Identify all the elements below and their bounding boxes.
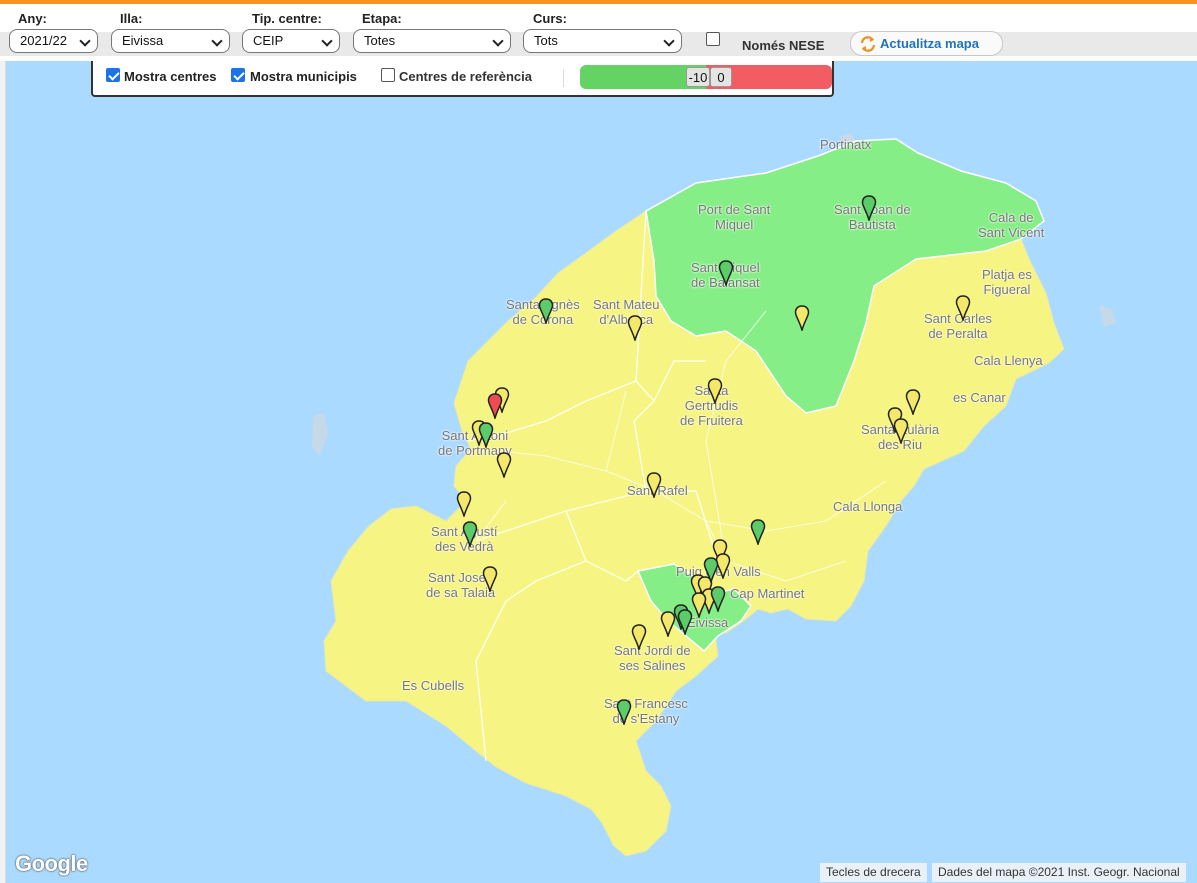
school-marker[interactable] bbox=[794, 305, 810, 331]
school-marker[interactable] bbox=[482, 566, 498, 592]
centre-type-label: Tip. centre: bbox=[252, 11, 322, 26]
chevron-down-icon bbox=[492, 35, 504, 47]
place-cala-sant-vicent: Cala de Sant Vicent bbox=[978, 210, 1045, 240]
google-logo: Google bbox=[15, 851, 88, 876]
school-marker[interactable] bbox=[616, 699, 632, 725]
map-canvas[interactable]: Portinatx Port de Sant Miquel Sant Joan … bbox=[6, 61, 1197, 883]
place-cap-martinet: Cap Martinet bbox=[730, 586, 805, 601]
school-marker[interactable] bbox=[718, 260, 734, 286]
reference-centres-label: Centres de referència bbox=[399, 69, 532, 84]
refresh-map-button[interactable]: Actualitza mapa bbox=[850, 31, 1003, 56]
course-label: Curs: bbox=[533, 11, 567, 26]
island-label: Illa: bbox=[120, 11, 143, 26]
year-select[interactable]: 2021/22 bbox=[9, 29, 98, 53]
filter-toolbar: Any: 2021/22 Illa: Eivissa Tip. centre: … bbox=[0, 4, 1197, 60]
islet bbox=[312, 413, 328, 456]
school-marker[interactable] bbox=[905, 389, 921, 415]
refresh-map-label: Actualitza mapa bbox=[880, 36, 979, 51]
school-marker[interactable] bbox=[750, 519, 766, 545]
reference-centres-checkbox[interactable] bbox=[381, 68, 395, 82]
value-range-slider[interactable]: -10 0 bbox=[580, 65, 832, 89]
show-centres-checkbox[interactable] bbox=[106, 68, 120, 82]
school-marker[interactable] bbox=[462, 521, 478, 547]
school-marker[interactable] bbox=[478, 422, 494, 448]
school-marker[interactable] bbox=[893, 418, 909, 444]
range-min-handle[interactable]: -10 bbox=[686, 67, 710, 87]
school-marker[interactable] bbox=[646, 472, 662, 498]
chevron-down-icon bbox=[79, 35, 91, 47]
place-sant-jordi: Sant Jordi de ses Salines bbox=[614, 643, 691, 673]
island-map bbox=[312, 133, 1116, 857]
school-marker[interactable] bbox=[955, 295, 971, 321]
centre-type-select[interactable]: CEIP bbox=[242, 29, 340, 53]
place-portinatx: Portinatx bbox=[820, 137, 872, 152]
place-port-sant-miquel: Port de Sant Miquel bbox=[698, 202, 771, 232]
island-select[interactable]: Eivissa bbox=[111, 29, 230, 53]
school-marker[interactable] bbox=[631, 624, 647, 650]
range-max-handle[interactable]: 0 bbox=[710, 67, 732, 87]
school-marker[interactable] bbox=[707, 378, 723, 404]
school-marker[interactable] bbox=[703, 557, 719, 583]
place-platja-figueral: Platja es Figueral bbox=[982, 267, 1032, 297]
school-marker[interactable] bbox=[456, 491, 472, 517]
school-marker[interactable] bbox=[487, 393, 503, 419]
school-marker[interactable] bbox=[677, 609, 693, 635]
place-es-canar: es Canar bbox=[953, 390, 1006, 405]
school-marker[interactable] bbox=[691, 592, 707, 618]
school-marker[interactable] bbox=[496, 452, 512, 478]
school-marker[interactable] bbox=[861, 195, 877, 221]
show-centres-label: Mostra centres bbox=[124, 69, 217, 84]
year-label: Any: bbox=[18, 11, 47, 26]
layers-panel: Mostra centres Mostra municipis Centres … bbox=[91, 61, 834, 97]
panel-divider bbox=[563, 69, 564, 87]
nese-checkbox[interactable] bbox=[706, 32, 720, 46]
chevron-down-icon bbox=[321, 35, 333, 47]
nese-label: Només NESE bbox=[742, 38, 825, 53]
show-municipalities-checkbox[interactable] bbox=[231, 68, 245, 82]
school-marker[interactable] bbox=[710, 586, 726, 612]
stage-value: Totes bbox=[364, 33, 396, 48]
chevron-down-icon bbox=[663, 35, 675, 47]
show-municipalities-label: Mostra municipis bbox=[250, 69, 357, 84]
keyboard-shortcuts-link[interactable]: Tecles de drecera bbox=[820, 863, 927, 882]
year-value: 2021/22 bbox=[20, 33, 67, 48]
islet bbox=[1099, 305, 1116, 327]
map-data-attribution[interactable]: Dades del mapa ©2021 Inst. Geogr. Nacion… bbox=[932, 863, 1186, 882]
course-value: Tots bbox=[534, 33, 558, 48]
place-es-cubells: Es Cubells bbox=[402, 678, 465, 693]
island-value: Eivissa bbox=[122, 33, 164, 48]
centre-type-value: CEIP bbox=[253, 33, 284, 48]
course-select[interactable]: Tots bbox=[523, 29, 682, 53]
place-cala-llonga: Cala Llonga bbox=[833, 499, 903, 514]
school-marker[interactable] bbox=[538, 298, 554, 324]
chevron-down-icon bbox=[211, 35, 223, 47]
stage-label: Etapa: bbox=[362, 11, 402, 26]
school-marker[interactable] bbox=[627, 315, 643, 341]
refresh-icon bbox=[860, 36, 876, 52]
stage-select[interactable]: Totes bbox=[353, 29, 511, 53]
place-cala-llenya: Cala Llenya bbox=[974, 353, 1043, 368]
